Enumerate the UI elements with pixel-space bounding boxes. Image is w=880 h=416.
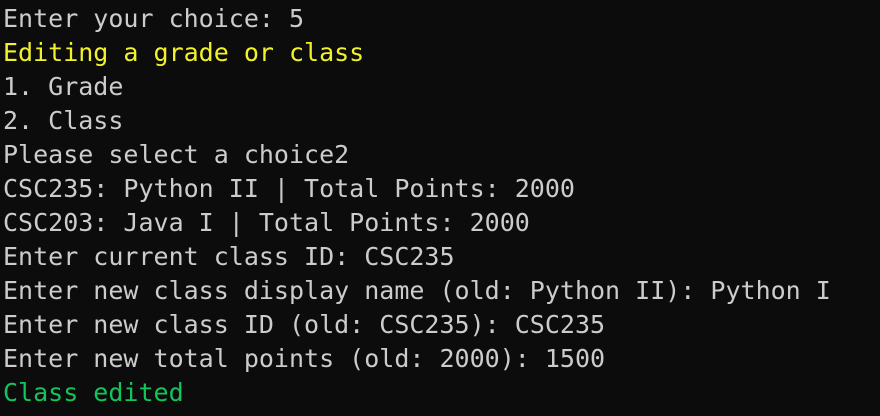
prompt-new-total-points: Enter new total points (old: 2000): 1500 (3, 344, 606, 373)
prompt-new-display-name: Enter new class display name (old: Pytho… (3, 276, 831, 305)
menu-option-class: 2. Class (3, 106, 124, 135)
status-class-edited: Class edited (3, 378, 184, 407)
menu-heading: Editing a grade or class (3, 38, 365, 67)
class-listing-2: CSC203: Java I | Total Points: 2000 (3, 208, 530, 237)
prompt-new-class-id: Enter new class ID (old: CSC235): CSC235 (3, 310, 606, 339)
terminal-output[interactable]: Enter your choice: 5 Editing a grade or … (0, 0, 880, 416)
prompt-select-choice: Please select a choice2 (3, 140, 350, 169)
prompt-current-class-id: Enter current class ID: CSC235 (3, 242, 455, 271)
prompt-enter-choice: Enter your choice: 5 (3, 4, 305, 33)
menu-option-grade: 1. Grade (3, 72, 124, 101)
class-listing-1: CSC235: Python II | Total Points: 2000 (3, 174, 575, 203)
